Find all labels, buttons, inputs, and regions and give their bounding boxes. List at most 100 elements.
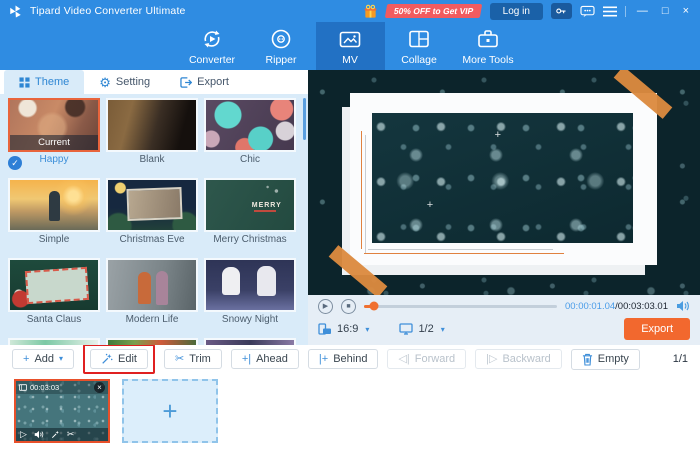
add-clip-slot[interactable]: + (122, 379, 218, 443)
close-button[interactable]: × (680, 5, 692, 17)
tab-collage[interactable]: Collage (385, 22, 454, 70)
video-preview: + + (308, 70, 700, 295)
register-key-button[interactable] (550, 3, 572, 19)
clip-item[interactable]: 00:03:03 × ▷ ✂ (14, 379, 110, 443)
empty-label: Empty (597, 353, 629, 365)
tab-converter-label: Converter (188, 53, 236, 66)
theme-item-modern-life[interactable]: Modern Life (106, 258, 198, 328)
merry-text: MERRY (251, 202, 282, 209)
time-total: /00:03:03.01 (615, 300, 668, 312)
preview-video-content: + + (372, 113, 633, 243)
stop-button[interactable]: ■ (341, 298, 356, 314)
tab-export[interactable]: Export (165, 70, 244, 94)
theme-thumbnail (106, 338, 198, 345)
frame-accent-line (364, 253, 564, 254)
current-badge: Current (10, 135, 98, 150)
clip-trim-icon[interactable]: ✂ (67, 430, 75, 439)
add-button[interactable]: + Add ▾ (12, 349, 75, 369)
theme-item-simple[interactable]: Simple (8, 178, 100, 248)
page-indicator: 1/1 (672, 353, 688, 365)
aspect-ratio-select[interactable]: 16:9 ▾ (318, 323, 371, 335)
behind-button[interactable]: |+ Behind (307, 349, 379, 369)
collage-icon (409, 30, 429, 47)
export-button[interactable]: Export (624, 318, 690, 340)
preview-panel: + + ▶ ■ 00:00:01.04/00:03:03.01 16:9 ▾ 1… (308, 70, 700, 345)
theme-item-santa-claus[interactable]: Santa Claus (8, 258, 100, 328)
playback-controls: ▶ ■ 00:00:01.04/00:03:03.01 (308, 295, 700, 317)
clip-tools: ▷ ✂ (16, 428, 108, 441)
minimize-button[interactable]: — (634, 5, 651, 17)
login-button[interactable]: Log in (489, 2, 543, 20)
main-nav: Converter Ripper MV Collage More Tools (0, 22, 700, 70)
clip-play-icon[interactable]: ▷ (20, 430, 27, 439)
edit-highlight-box: Edit (83, 344, 155, 374)
tab-theme[interactable]: Theme (4, 70, 85, 94)
sparkle-cross: + (426, 198, 434, 211)
gift-icon (364, 4, 377, 18)
theme-item-christmas-eve[interactable]: Christmas Eve (106, 178, 198, 248)
app-title: Tipard Video Converter Ultimate (30, 5, 186, 17)
scissors-icon: ✂ (175, 352, 185, 365)
chat-bubble-icon (580, 5, 595, 17)
maximize-button[interactable]: □ (659, 5, 672, 17)
clip-timeline: 00:03:03 × ▷ ✂ + (0, 373, 700, 453)
behind-icon: |+ (318, 352, 329, 365)
tab-ripper-label: Ripper (265, 53, 297, 66)
trim-button[interactable]: ✂ Trim (164, 349, 222, 369)
tab-ripper[interactable]: Ripper (247, 22, 316, 70)
theme-item-chic[interactable]: Chic (204, 98, 296, 168)
theme-item-happy[interactable]: Current Happy ✓ (8, 98, 100, 170)
theme-item-merry-christmas[interactable]: MERRY Merry Christmas (204, 178, 296, 248)
display-scale-select[interactable]: 1/2 ▾ (399, 323, 446, 335)
clip-volume-icon[interactable] (34, 430, 44, 439)
theme-label: Chic (239, 154, 260, 165)
plus-icon: + (162, 396, 178, 426)
tab-setting-label: Setting (115, 76, 151, 88)
promo-badge[interactable]: 50% OFF to Get VIP (385, 4, 483, 18)
volume-icon[interactable] (676, 300, 690, 312)
theme-item-partial-1[interactable] (8, 338, 100, 345)
theme-thumbnail (8, 338, 100, 345)
frame-accent-line (368, 249, 553, 250)
clip-edit-icon[interactable] (51, 430, 60, 439)
ahead-label: Ahead (256, 353, 288, 365)
theme-thumbnail: Current (8, 98, 100, 152)
more-tools-icon (478, 29, 498, 47)
mv-icon (339, 31, 361, 47)
theme-item-snowy-night[interactable]: Snowy Night (204, 258, 296, 328)
tab-mv[interactable]: MV (315, 22, 385, 70)
frame-accent-line (361, 131, 362, 249)
tab-theme-label: Theme (35, 76, 70, 88)
time-display: 00:00:01.04/00:03:03.01 (565, 301, 668, 312)
converter-icon (204, 30, 220, 47)
theme-label: Snowy Night (221, 314, 279, 325)
empty-button[interactable]: Empty (570, 348, 640, 370)
time-current: 00:00:01.04 (564, 300, 616, 312)
trim-label: Trim (189, 353, 211, 365)
preview-photo-frame: + + (328, 70, 673, 295)
theme-item-partial-2[interactable] (106, 338, 198, 345)
theme-item-partial-3[interactable] (204, 338, 296, 345)
behind-label: Behind (333, 353, 368, 365)
menu-button[interactable] (602, 6, 617, 17)
play-button[interactable]: ▶ (318, 298, 333, 314)
feedback-button[interactable] (580, 5, 595, 18)
plus-icon: + (23, 352, 30, 365)
add-label: Add (34, 353, 55, 365)
tab-converter[interactable]: Converter (178, 22, 247, 70)
film-icon (19, 384, 27, 391)
theme-item-blank[interactable]: Blank (106, 98, 198, 168)
progress-handle[interactable] (369, 301, 379, 311)
title-bar: Tipard Video Converter Ultimate 50% OFF … (0, 0, 700, 22)
backward-label: Backward (502, 353, 551, 365)
clip-close-icon[interactable]: × (94, 382, 105, 393)
progress-bar[interactable] (364, 301, 557, 311)
scrollbar[interactable] (303, 98, 306, 140)
ahead-button[interactable]: +| Ahead (230, 349, 299, 369)
tab-more-tools-label: More Tools (462, 53, 514, 66)
tab-setting[interactable]: ⚙ Setting (84, 70, 165, 94)
monitor-icon (399, 323, 414, 335)
theme-label: Christmas Eve (119, 234, 185, 245)
tab-more-tools[interactable]: More Tools (454, 22, 523, 70)
edit-button[interactable]: Edit (90, 349, 148, 369)
